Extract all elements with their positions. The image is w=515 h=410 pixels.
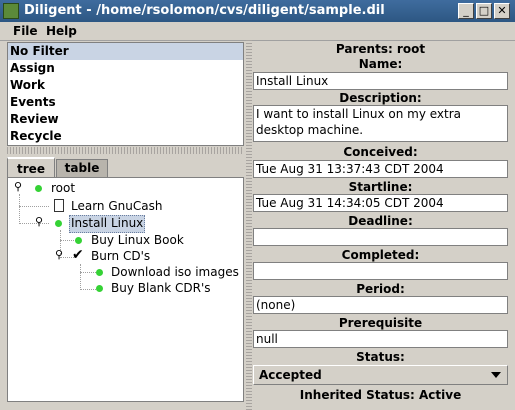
- filter-item-review[interactable]: Review: [8, 111, 243, 128]
- name-field[interactable]: Install Linux: [253, 72, 508, 90]
- status-dot-icon: [35, 185, 42, 192]
- completed-label: Completed:: [341, 248, 420, 262]
- tree-connector: [60, 240, 76, 241]
- status-dot-icon: [75, 237, 82, 244]
- tree-connector: [80, 289, 96, 290]
- deadline-field[interactable]: [253, 228, 508, 246]
- chevron-down-icon[interactable]: [491, 372, 501, 378]
- startline-label: Startline:: [348, 180, 413, 194]
- menu-help[interactable]: Help: [46, 24, 77, 38]
- completed-field[interactable]: [253, 262, 508, 280]
- document-icon: [54, 199, 64, 212]
- filter-list: No Filter Assign Work Events Review Recy…: [7, 42, 244, 146]
- app-icon: [3, 3, 19, 19]
- details-panel: Parents: root Name: Install Linux Descri…: [253, 40, 508, 410]
- conceived-label: Conceived:: [343, 145, 418, 159]
- period-field[interactable]: (none): [253, 296, 508, 314]
- filter-item-recycle[interactable]: Recycle: [8, 128, 243, 145]
- tree-node-burn-cds[interactable]: Burn CD's: [91, 248, 150, 264]
- menu-file[interactable]: File: [13, 24, 38, 38]
- tree-connector: [80, 264, 81, 290]
- window-title: Diligent - /home/rsolomon/cvs/diligent/s…: [24, 3, 385, 18]
- description-label: Description:: [339, 91, 422, 105]
- horizontal-splitter[interactable]: [7, 147, 244, 154]
- expand-key-icon[interactable]: ⚲: [35, 215, 43, 228]
- tab-table[interactable]: table: [56, 159, 108, 177]
- prerequisite-field[interactable]: null: [253, 330, 508, 348]
- name-label: Name:: [358, 57, 403, 71]
- maximize-button[interactable]: □: [476, 3, 492, 19]
- close-button[interactable]: ✕: [494, 3, 510, 19]
- status-label: Status:: [356, 350, 405, 364]
- tree-connector: [80, 272, 96, 273]
- status-dot-icon: [55, 220, 62, 227]
- status-dropdown[interactable]: Accepted: [253, 365, 508, 385]
- tree-node-install-linux[interactable]: Install Linux: [69, 215, 146, 233]
- minimize-button[interactable]: _: [458, 3, 474, 19]
- filter-item-no-filter[interactable]: No Filter: [8, 43, 243, 60]
- tree-connector: [19, 206, 49, 207]
- tree-node-download-iso[interactable]: Download iso images: [111, 264, 239, 280]
- title-bar: Diligent - /home/rsolomon/cvs/diligent/s…: [0, 0, 515, 22]
- deadline-label: Deadline:: [348, 214, 413, 228]
- conceived-field[interactable]: Tue Aug 31 13:37:43 CDT 2004: [253, 160, 508, 178]
- startline-field[interactable]: Tue Aug 31 14:34:05 CDT 2004: [253, 194, 508, 212]
- parents-label: Parents: root: [335, 42, 426, 56]
- filter-item-events[interactable]: Events: [8, 94, 243, 111]
- status-dropdown-value: Accepted: [259, 368, 322, 382]
- checkmark-icon: ✔: [72, 247, 84, 263]
- prerequisite-label: Prerequisite: [338, 316, 423, 330]
- tree-node-buy-linux-book[interactable]: Buy Linux Book: [91, 232, 184, 248]
- vertical-splitter[interactable]: [246, 40, 252, 410]
- task-tree: ⚲ root Learn GnuCash ⚲ Install Linux Buy…: [7, 177, 244, 402]
- tree-node-root[interactable]: root: [51, 180, 75, 196]
- tab-tree[interactable]: tree: [7, 157, 55, 177]
- filter-item-assign[interactable]: Assign: [8, 60, 243, 77]
- period-label: Period:: [356, 282, 405, 296]
- filter-item-work[interactable]: Work: [8, 77, 243, 94]
- description-field[interactable]: I want to install Linux on my extra desk…: [253, 105, 508, 142]
- tree-connector: [19, 223, 49, 224]
- menu-bar: File Help: [0, 22, 515, 41]
- inherited-status-label: Inherited Status: Active: [299, 388, 462, 402]
- status-dot-icon: [96, 285, 103, 292]
- tree-node-learn-gnucash[interactable]: Learn GnuCash: [71, 198, 162, 214]
- expand-key-icon[interactable]: ⚲: [14, 180, 22, 193]
- tree-node-buy-blank-cdrs[interactable]: Buy Blank CDR's: [111, 280, 211, 296]
- tree-connector: [19, 194, 20, 224]
- expand-key-icon[interactable]: ⚲: [55, 248, 63, 261]
- status-dot-icon: [96, 269, 103, 276]
